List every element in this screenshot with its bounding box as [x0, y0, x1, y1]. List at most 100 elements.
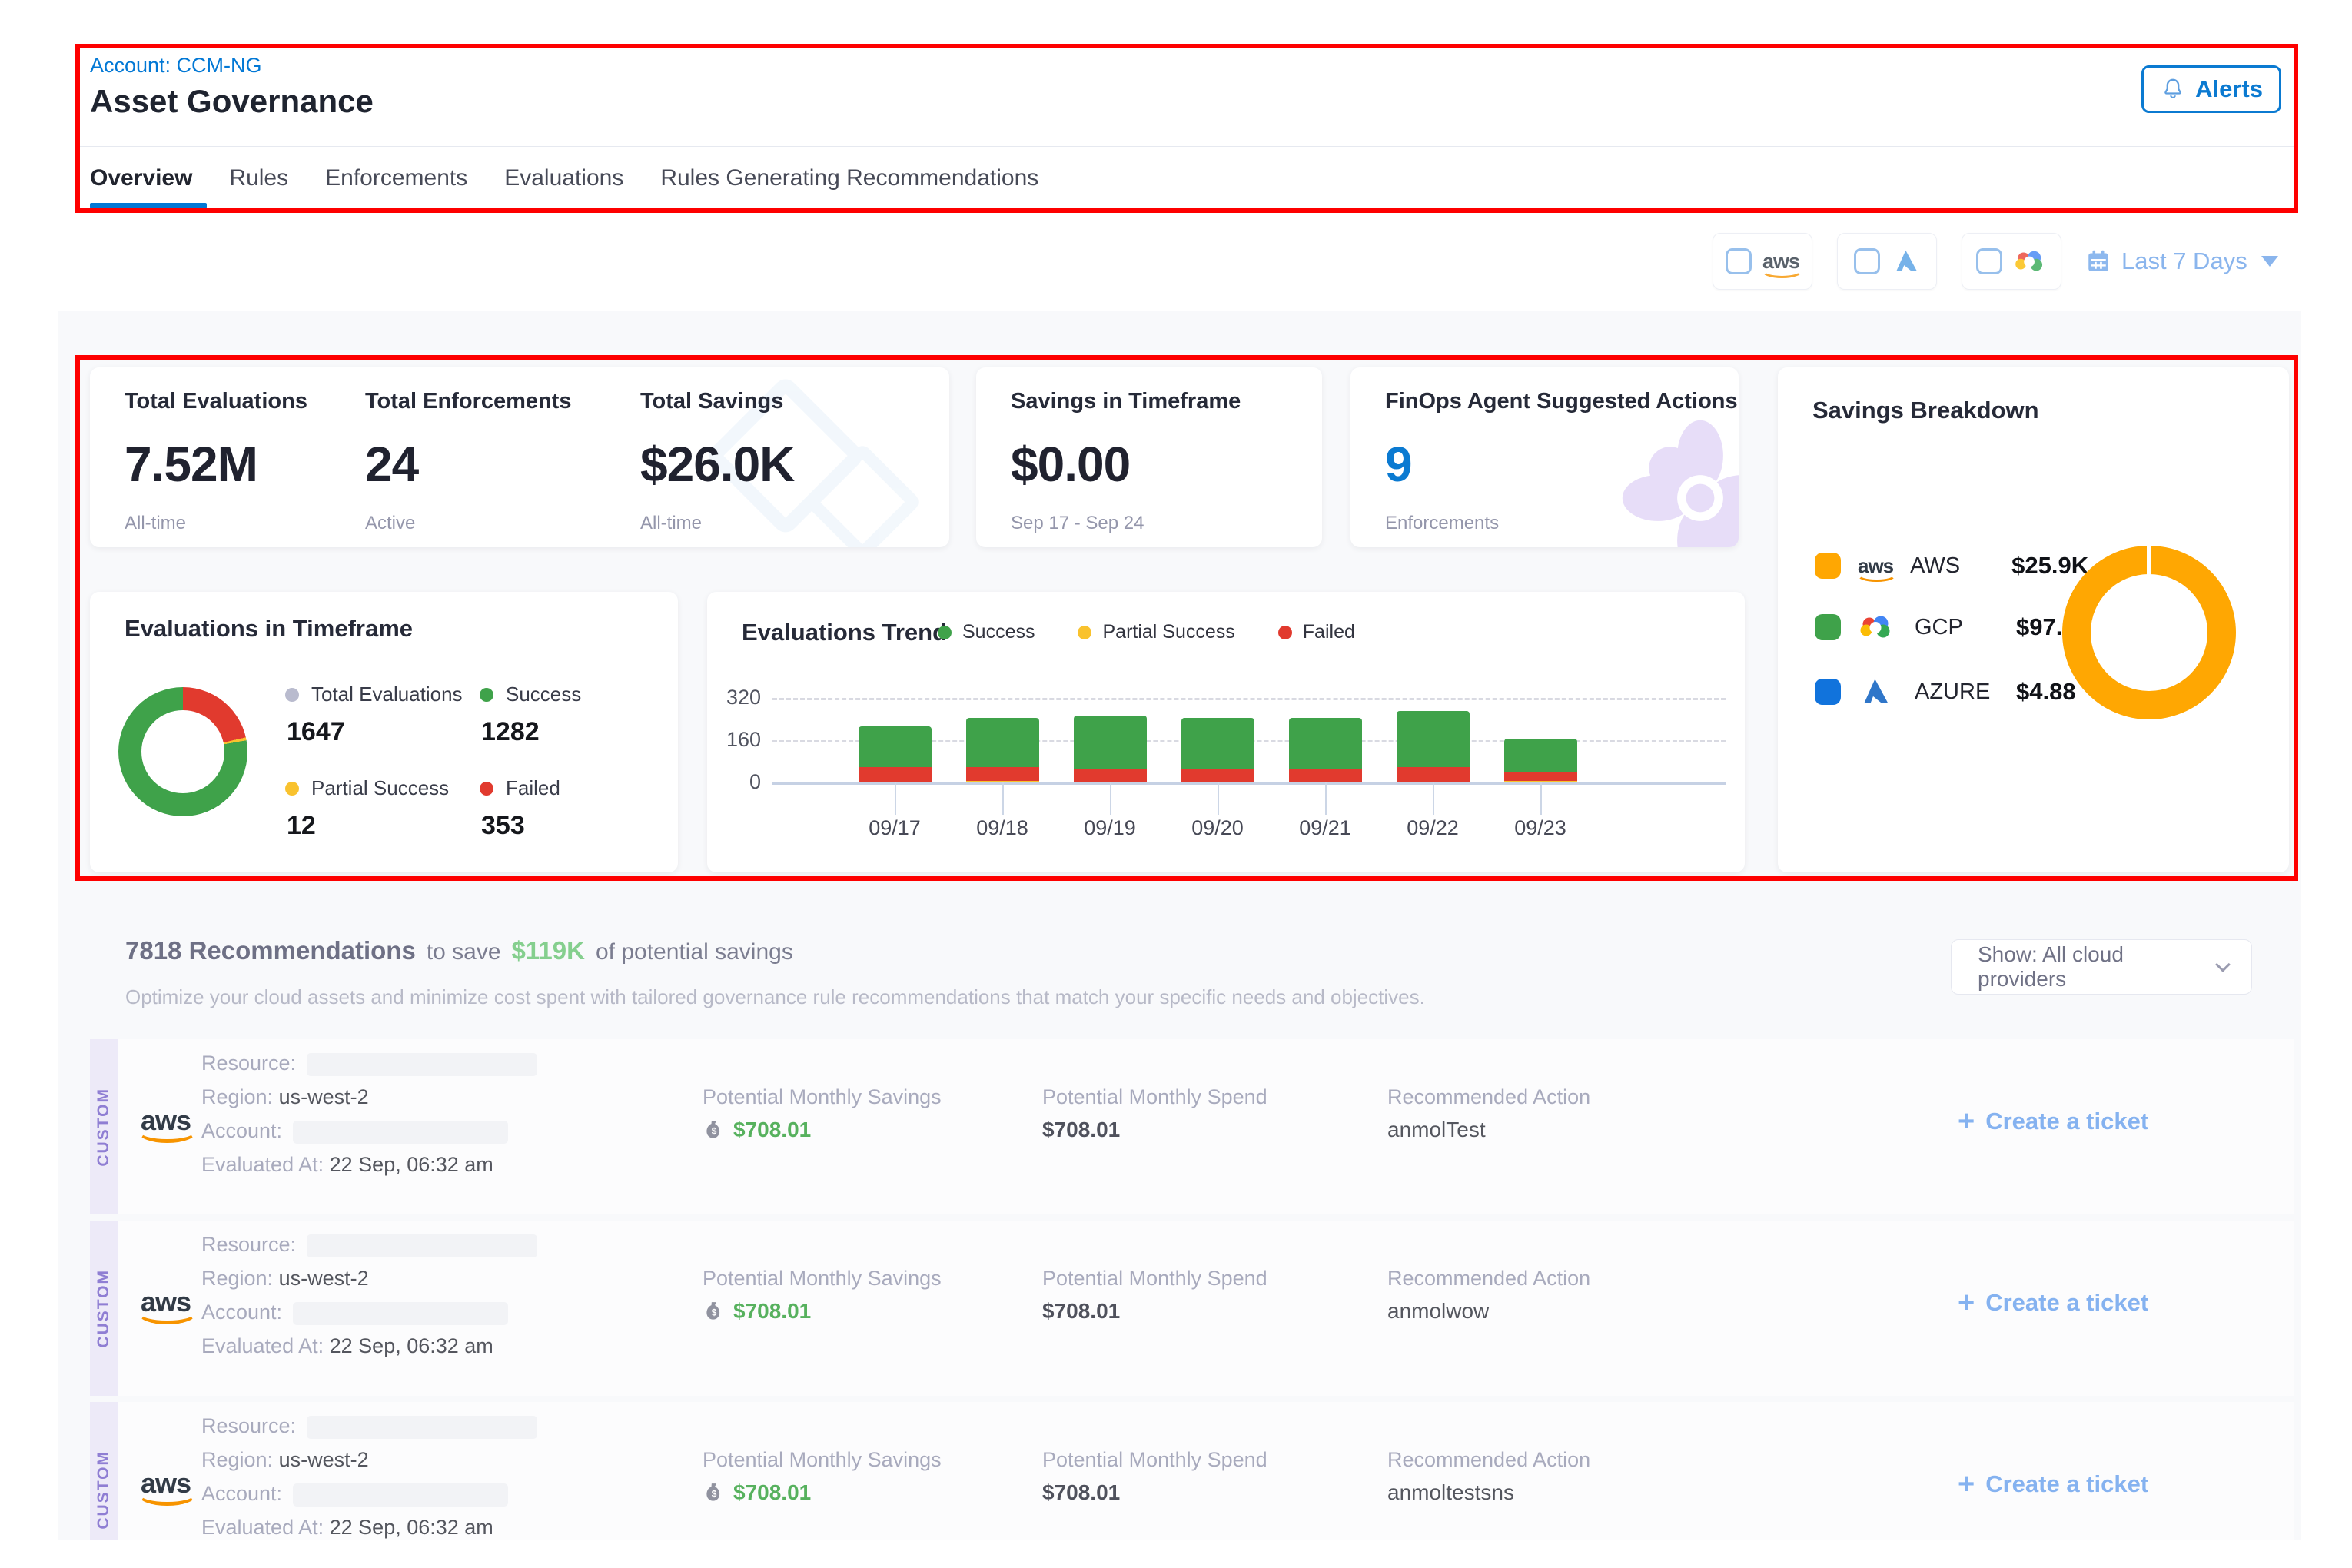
money-bag-icon: $	[703, 1300, 726, 1323]
plus-icon: +	[1958, 1107, 1975, 1136]
bar-segment-success	[859, 726, 932, 767]
bar-segment-success	[1504, 739, 1577, 772]
recommendations-heading: 7818 Recommendations to save $119K of po…	[125, 936, 793, 965]
provider-name: AZURE	[1915, 679, 1999, 705]
gcp-checkbox[interactable]	[1976, 248, 2002, 274]
savings-breakdown-title: Savings Breakdown	[1812, 397, 2039, 424]
total-savings-caption: All-time	[640, 513, 794, 534]
failed-dot	[480, 782, 493, 796]
account-breadcrumb[interactable]: Account: CCM-NG	[90, 54, 262, 78]
x-axis-label: 09/18	[948, 816, 1056, 840]
trend-bar	[1289, 718, 1362, 782]
recommendations-count: 7818 Recommendations	[125, 936, 416, 965]
recommended-action: anmolwow	[1387, 1299, 1489, 1324]
page-title: Asset Governance	[90, 83, 374, 120]
x-axis-label: 09/17	[841, 816, 948, 840]
finops-agent-card: FinOps Agent Suggested Actions 9 Enforce…	[1350, 367, 1739, 547]
gcp-icon	[1858, 614, 1898, 640]
total-enforcements-value: 24	[365, 436, 572, 493]
bar-segment-failed	[1074, 769, 1147, 782]
legend-item-gcp: GCP $97.19	[1815, 613, 2089, 641]
bar-segment-success	[1397, 711, 1470, 767]
bar-segment-failed	[859, 767, 932, 782]
trend-bar	[1181, 718, 1254, 782]
tab-enforcements[interactable]: Enforcements	[325, 165, 467, 191]
plus-icon: +	[1958, 1288, 1975, 1317]
aws-icon: aws	[141, 1107, 191, 1134]
asset-governance-page: Account: CCM-NG Asset Governance Alerts …	[0, 0, 2352, 1568]
bar-segment-success	[966, 718, 1039, 767]
filter-chip-aws[interactable]: aws	[1713, 233, 1812, 290]
x-axis-tick	[1325, 782, 1327, 815]
date-range-picker[interactable]: Last 7 Days	[2085, 247, 2278, 275]
aws-swatch	[1815, 553, 1841, 579]
recommendations-subtitle: Optimize your cloud assets and minimize …	[125, 985, 1425, 1009]
azure-swatch	[1815, 679, 1841, 705]
provider-amount: $4.88	[2016, 678, 2076, 706]
potential-monthly-savings: $ $708.01	[703, 1480, 811, 1505]
bar-segment-success	[1181, 718, 1254, 769]
potential-monthly-spend: $708.01	[1042, 1299, 1120, 1324]
recommended-action: anmolTest	[1387, 1118, 1486, 1142]
savings-timeframe-label: Savings in Timeframe	[1011, 389, 1241, 414]
total-enforcements-caption: Active	[365, 513, 572, 534]
alerts-button[interactable]: Alerts	[2141, 65, 2281, 113]
bar-segment-success	[1074, 716, 1147, 769]
header-divider	[77, 146, 2297, 147]
potential-savings-amount: $119K	[512, 936, 585, 965]
create-ticket-button[interactable]: + Create a ticket	[1958, 1470, 2148, 1499]
x-axis-label: 09/21	[1271, 816, 1379, 840]
plus-icon: +	[1958, 1470, 1975, 1499]
x-axis-label: 09/20	[1164, 816, 1271, 840]
savings-timeframe-value: $0.00	[1011, 436, 1241, 493]
x-axis-label: 09/22	[1379, 816, 1487, 840]
tab-overview[interactable]: Overview	[90, 165, 192, 191]
tab-rules[interactable]: Rules	[229, 165, 288, 191]
gridline	[772, 698, 1726, 700]
tab-evaluations[interactable]: Evaluations	[504, 165, 623, 191]
recommended-action: anmoltestsns	[1387, 1480, 1514, 1505]
create-ticket-button[interactable]: + Create a ticket	[1958, 1107, 2148, 1136]
azure-checkbox[interactable]	[1854, 248, 1880, 274]
trend-bar	[859, 726, 932, 782]
finops-agent-label: FinOps Agent Suggested Actions	[1385, 389, 1738, 414]
cloud-provider-filter-select[interactable]: Show: All cloud providers	[1951, 939, 2252, 995]
bar-segment-success	[1289, 718, 1362, 769]
eval-legend-success: Success 1282	[480, 683, 581, 747]
x-axis-label: 09/19	[1056, 816, 1164, 840]
trend-bar	[966, 718, 1039, 782]
evaluations-donut	[118, 687, 247, 816]
chevron-down-icon	[2215, 957, 2231, 972]
create-ticket-button[interactable]: + Create a ticket	[1958, 1288, 2148, 1317]
redacted-resource	[307, 1053, 537, 1076]
tab-rules-generating-recommendations[interactable]: Rules Generating Recommendations	[660, 165, 1038, 191]
svg-text:$: $	[712, 1307, 717, 1318]
x-axis-tick	[1540, 782, 1542, 815]
aws-checkbox[interactable]	[1726, 248, 1752, 274]
filter-chip-gcp[interactable]	[1962, 233, 2061, 290]
x-axis-tick	[895, 782, 896, 815]
summary-card: Total Evaluations 7.52M All-time Total E…	[90, 367, 949, 547]
legend-item-azure: AZURE $4.88	[1815, 675, 2089, 709]
custom-tag: CUSTOM	[90, 1039, 118, 1214]
money-bag-icon: $	[703, 1481, 726, 1504]
legend-item-aws: aws AWS $25.9K	[1815, 552, 2089, 580]
eval-legend-failed: Failed 353	[480, 776, 560, 841]
recommendation-row[interactable]: CUSTOM aws Resource: Region: us-west-2 A…	[90, 1402, 2294, 1540]
eval-legend-total: Total Evaluations 1647	[285, 683, 463, 747]
aws-icon: aws	[141, 1470, 191, 1497]
recommendation-row[interactable]: CUSTOM aws Resource: Region: us-west-2 A…	[90, 1039, 2294, 1214]
chevron-down-icon	[2261, 256, 2278, 267]
azure-icon	[1891, 247, 1920, 276]
savings-timeframe-card: Savings in Timeframe $0.00 Sep 17 - Sep …	[976, 367, 1322, 547]
trend-plot: 016032009/1709/1809/1909/2009/2109/2209/…	[707, 592, 1745, 872]
recommendation-row[interactable]: CUSTOM aws Resource: Region: us-west-2 A…	[90, 1221, 2294, 1396]
savings-breakdown-donut	[2062, 546, 2236, 719]
aws-icon: aws	[1858, 556, 1893, 576]
potential-monthly-spend: $708.01	[1042, 1118, 1120, 1142]
filter-chip-azure[interactable]	[1837, 233, 1937, 290]
total-savings-value: $26.0K	[640, 436, 794, 493]
bar-segment-failed	[1504, 772, 1577, 781]
azure-icon	[1858, 675, 1898, 709]
gcp-swatch	[1815, 614, 1841, 640]
